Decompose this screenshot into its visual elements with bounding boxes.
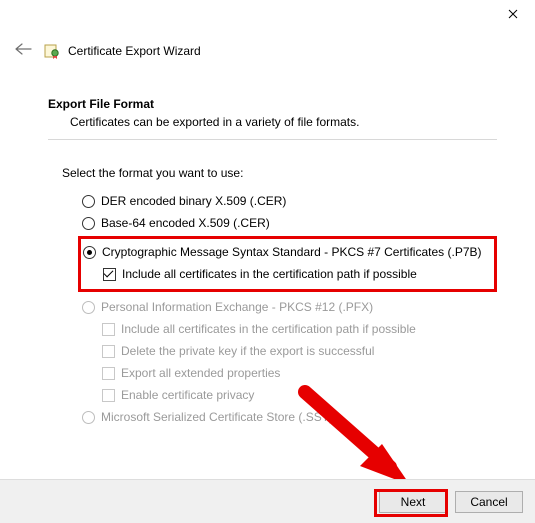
radio-icon (82, 217, 95, 230)
option-p7b-label: Cryptographic Message Syntax Standard - … (102, 245, 482, 259)
option-pfx-export-ext: Export all extended properties (102, 362, 497, 384)
wizard-title: Certificate Export Wizard (68, 44, 201, 58)
option-pfx-delete-key-label: Delete the private key if the export is … (121, 344, 374, 358)
page-heading: Export File Format (48, 97, 497, 111)
option-base64-label: Base-64 encoded X.509 (.CER) (101, 216, 270, 230)
radio-icon (82, 195, 95, 208)
option-pfx-cert-privacy-label: Enable certificate privacy (121, 388, 254, 402)
next-button[interactable]: Next (379, 491, 447, 513)
option-pfx-include-chain-label: Include all certificates in the certific… (121, 322, 416, 336)
checkbox-icon (102, 345, 115, 358)
page-subheading: Certificates can be exported in a variet… (48, 111, 497, 129)
wizard-header: Certificate Export Wizard (0, 30, 535, 75)
wizard-content: Export File Format Certificates can be e… (0, 75, 535, 428)
option-pfx: Personal Information Exchange - PKCS #12… (82, 296, 497, 318)
option-p7b-include-chain-label: Include all certificates in the certific… (122, 267, 417, 281)
option-p7b[interactable]: Cryptographic Message Syntax Standard - … (83, 241, 490, 263)
option-der-label: DER encoded binary X.509 (.CER) (101, 194, 286, 208)
checkbox-icon (102, 367, 115, 380)
divider (48, 139, 497, 140)
cancel-button[interactable]: Cancel (455, 491, 523, 513)
checkbox-icon (102, 323, 115, 336)
title-bar (0, 0, 535, 30)
option-sst-label: Microsoft Serialized Certificate Store (… (101, 410, 333, 424)
highlight-p7b: Cryptographic Message Syntax Standard - … (78, 236, 497, 292)
option-base64[interactable]: Base-64 encoded X.509 (.CER) (82, 212, 497, 234)
wizard-footer: Next Cancel (0, 479, 535, 523)
checkbox-icon (103, 268, 116, 281)
format-options: DER encoded binary X.509 (.CER) Base-64 … (82, 190, 497, 428)
option-sst: Microsoft Serialized Certificate Store (… (82, 406, 497, 428)
certificate-icon (44, 43, 60, 59)
option-pfx-delete-key: Delete the private key if the export is … (102, 340, 497, 362)
close-icon (508, 9, 518, 19)
close-button[interactable] (490, 0, 535, 28)
back-button[interactable] (10, 38, 40, 63)
option-pfx-include-chain: Include all certificates in the certific… (102, 318, 497, 340)
radio-icon (82, 301, 95, 314)
option-pfx-label: Personal Information Exchange - PKCS #12… (101, 300, 373, 314)
back-arrow-icon (14, 42, 32, 56)
radio-icon (82, 411, 95, 424)
option-p7b-include-chain[interactable]: Include all certificates in the certific… (103, 263, 490, 285)
option-der[interactable]: DER encoded binary X.509 (.CER) (82, 190, 497, 212)
checkbox-icon (102, 389, 115, 402)
instruction-label: Select the format you want to use: (62, 166, 497, 180)
radio-icon (83, 246, 96, 259)
option-pfx-export-ext-label: Export all extended properties (121, 366, 280, 380)
option-pfx-cert-privacy: Enable certificate privacy (102, 384, 497, 406)
